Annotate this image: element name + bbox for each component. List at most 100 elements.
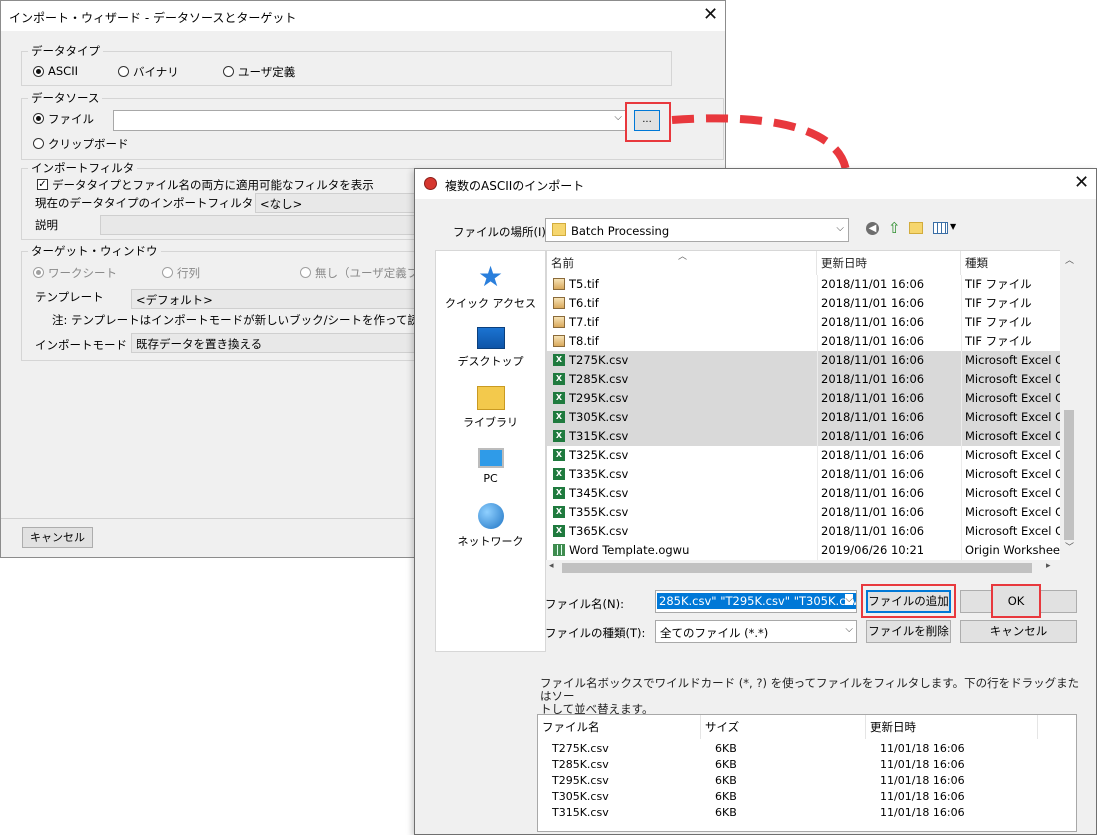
view-menu-icon[interactable] <box>933 222 948 234</box>
file-row[interactable]: X T355K.csv 2018/11/01 16:06 Microsoft Exce… <box>547 503 1062 522</box>
description-label: 説明 <box>35 218 58 232</box>
matrix-radio[interactable] <box>162 267 173 278</box>
filetype-select[interactable]: 全てのファイル (*.*) ⌵ <box>655 620 857 643</box>
user-defined-radio-label: ユーザ定義 <box>238 65 296 79</box>
place-desktop[interactable]: デスクトップ <box>436 323 545 369</box>
column-divider <box>817 275 818 561</box>
network-globe-icon <box>477 503 504 529</box>
file-row[interactable]: T8.tif 2018/11/01 16:06 TIF ファイル <box>547 332 1062 351</box>
file-row[interactable]: X T365K.csv 2018/11/01 16:06 Microsoft Exce… <box>547 522 1062 541</box>
ascii-radio[interactable] <box>33 66 44 77</box>
selected-files-table[interactable]: ファイル名 サイズ 更新日時 T275K.csv 6KB 11/01/18 16:0… <box>537 714 1077 832</box>
worksheet-radio[interactable] <box>33 267 44 278</box>
file-name: T8.tif <box>569 334 599 348</box>
remove-file-button[interactable]: ファイルを削除 <box>866 620 951 643</box>
selected-header-name[interactable]: ファイル名 <box>538 715 701 739</box>
scrollbar-thumb[interactable] <box>1064 410 1074 540</box>
none-radio[interactable] <box>300 267 311 278</box>
file-row[interactable]: Word Template.ogwu 2019/06/26 10:21 Origin… <box>547 541 1062 560</box>
selected-file-size: 6KB <box>715 790 737 803</box>
file-row[interactable]: X T345K.csv 2018/11/01 16:06 Microsoft Exce… <box>547 484 1062 503</box>
file-type: Microsoft Excel CS <box>965 524 1062 538</box>
look-in-combobox[interactable]: Batch Processing ⌵ <box>545 218 849 242</box>
scroll-right-icon[interactable]: ▸ <box>1046 561 1051 571</box>
file-row[interactable]: T7.tif 2018/11/01 16:06 TIF ファイル <box>547 313 1062 332</box>
file-name: T325K.csv <box>569 448 629 462</box>
file-row[interactable]: X T315K.csv 2018/11/01 16:06 Microsoft Exce… <box>547 427 1062 446</box>
file-list[interactable]: 名前 ︿ 更新日時 種類 T5.tif 2018/11/01 16:06 TIF フ… <box>546 250 1078 576</box>
place-libraries[interactable]: ライブラリ <box>436 383 545 430</box>
file-row[interactable]: X T275K.csv 2018/11/01 16:06 Microsoft Exce… <box>547 351 1062 370</box>
scroll-left-icon[interactable]: ◂ <box>549 561 554 571</box>
file-type: Microsoft Excel CS <box>965 448 1062 462</box>
place-quick-access[interactable]: ★ クイック アクセス <box>436 263 545 311</box>
file-date: 2018/11/01 16:06 <box>821 277 925 291</box>
selected-file-date: 11/01/18 16:06 <box>880 742 965 755</box>
filename-input[interactable]: 285K.csv" "T295K.csv" "T305K.csv" ⌵ <box>655 590 857 613</box>
scroll-down-icon[interactable]: ﹀ <box>1065 540 1074 553</box>
excel-file-icon: X <box>553 468 565 480</box>
chevron-down-icon[interactable]: ⌵ <box>845 594 853 605</box>
file-date: 2018/11/01 16:06 <box>821 315 925 329</box>
wizard-cancel-button[interactable]: キャンセル <box>22 527 93 548</box>
file-radio[interactable] <box>33 113 44 124</box>
user-defined-radio[interactable] <box>223 66 234 77</box>
file-type: Microsoft Excel CS <box>965 410 1062 424</box>
view-dropdown-icon[interactable]: ▼ <box>950 222 956 231</box>
dialog-cancel-button[interactable]: キャンセル <box>960 620 1077 643</box>
up-folder-icon[interactable]: ⇧ <box>888 219 901 237</box>
dialog-titlebar: 複数のASCIIのインポート ✕ <box>415 169 1096 199</box>
chevron-down-icon[interactable]: ⌵ <box>845 624 853 635</box>
browse-button[interactable]: ... <box>634 110 660 131</box>
star-icon: ★ <box>477 260 504 293</box>
import-filter-label: インポートフィルタ <box>28 160 138 176</box>
file-row[interactable]: T5.tif 2018/11/01 16:06 TIF ファイル <box>547 275 1062 294</box>
selected-file-date: 11/01/18 16:06 <box>880 758 965 771</box>
file-list-vscrollbar[interactable]: ︿ ﹀ <box>1060 250 1078 576</box>
template-label: テンプレート <box>35 290 104 304</box>
file-row[interactable]: X T305K.csv 2018/11/01 16:06 Microsoft Exce… <box>547 408 1062 427</box>
multi-ascii-import-dialog: 複数のASCIIのインポート ✕ ファイルの場所(I): Batch Proce… <box>414 168 1097 835</box>
place-pc[interactable]: PC <box>436 443 545 485</box>
chevron-down-icon[interactable]: ⌵ <box>836 223 844 234</box>
wizard-close-icon[interactable]: ✕ <box>703 6 718 24</box>
filename-label: ファイル名(N): <box>545 597 624 611</box>
file-row[interactable]: T6.tif 2018/11/01 16:06 TIF ファイル <box>547 294 1062 313</box>
file-name: T315K.csv <box>569 429 629 443</box>
place-network[interactable]: ネットワーク <box>436 501 545 549</box>
chevron-down-icon[interactable]: ⌵ <box>614 112 622 123</box>
ok-button[interactable]: OK <box>991 584 1041 618</box>
dialog-close-icon[interactable]: ✕ <box>1074 174 1089 192</box>
selected-header-date[interactable]: 更新日時 <box>866 715 1038 739</box>
worksheet-radio-label: ワークシート <box>48 266 117 280</box>
scroll-up-icon[interactable]: ︿ <box>1065 253 1074 266</box>
current-filter-select[interactable]: <なし> <box>255 193 435 213</box>
back-icon[interactable]: ◀ <box>866 222 879 235</box>
library-icon <box>476 386 505 410</box>
file-list-hscrollbar[interactable]: ◂ ▸ <box>546 560 1060 576</box>
selected-header-size[interactable]: サイズ <box>701 715 866 739</box>
selected-file-name: T315K.csv <box>552 806 609 819</box>
matrix-radio-label: 行列 <box>177 266 200 280</box>
current-filter-value: <なし> <box>260 197 303 211</box>
place-label: ネットワーク <box>457 535 524 548</box>
template-select[interactable]: <デフォルト> <box>131 289 435 309</box>
hscrollbar-thumb[interactable] <box>562 563 1032 573</box>
file-name: T355K.csv <box>569 505 629 519</box>
file-path-combobox[interactable]: ⌵ <box>113 110 627 131</box>
file-row[interactable]: X T285K.csv 2018/11/01 16:06 Microsoft Exce… <box>547 370 1062 389</box>
clipboard-radio[interactable] <box>33 138 44 149</box>
column-header-date[interactable]: 更新日時 <box>817 251 961 275</box>
file-radio-label: ファイル <box>48 112 94 126</box>
show-filters-checkbox[interactable]: ✓ <box>37 179 48 190</box>
file-row[interactable]: X T335K.csv 2018/11/01 16:06 Microsoft Exce… <box>547 465 1062 484</box>
filetype-label: ファイルの種類(T): <box>545 626 646 640</box>
none-radio-label: 無し（ユーザ定義フ <box>315 266 419 280</box>
import-mode-select[interactable]: 既存データを置き換える <box>131 333 435 353</box>
file-row[interactable]: X T295K.csv 2018/11/01 16:06 Microsoft Exce… <box>547 389 1062 408</box>
file-row[interactable]: X T325K.csv 2018/11/01 16:06 Microsoft Exce… <box>547 446 1062 465</box>
new-folder-icon[interactable] <box>909 222 923 234</box>
binary-radio[interactable] <box>118 66 129 77</box>
file-type: Microsoft Excel CS <box>965 486 1062 500</box>
add-file-button[interactable]: ファイルの追加 <box>866 590 951 613</box>
